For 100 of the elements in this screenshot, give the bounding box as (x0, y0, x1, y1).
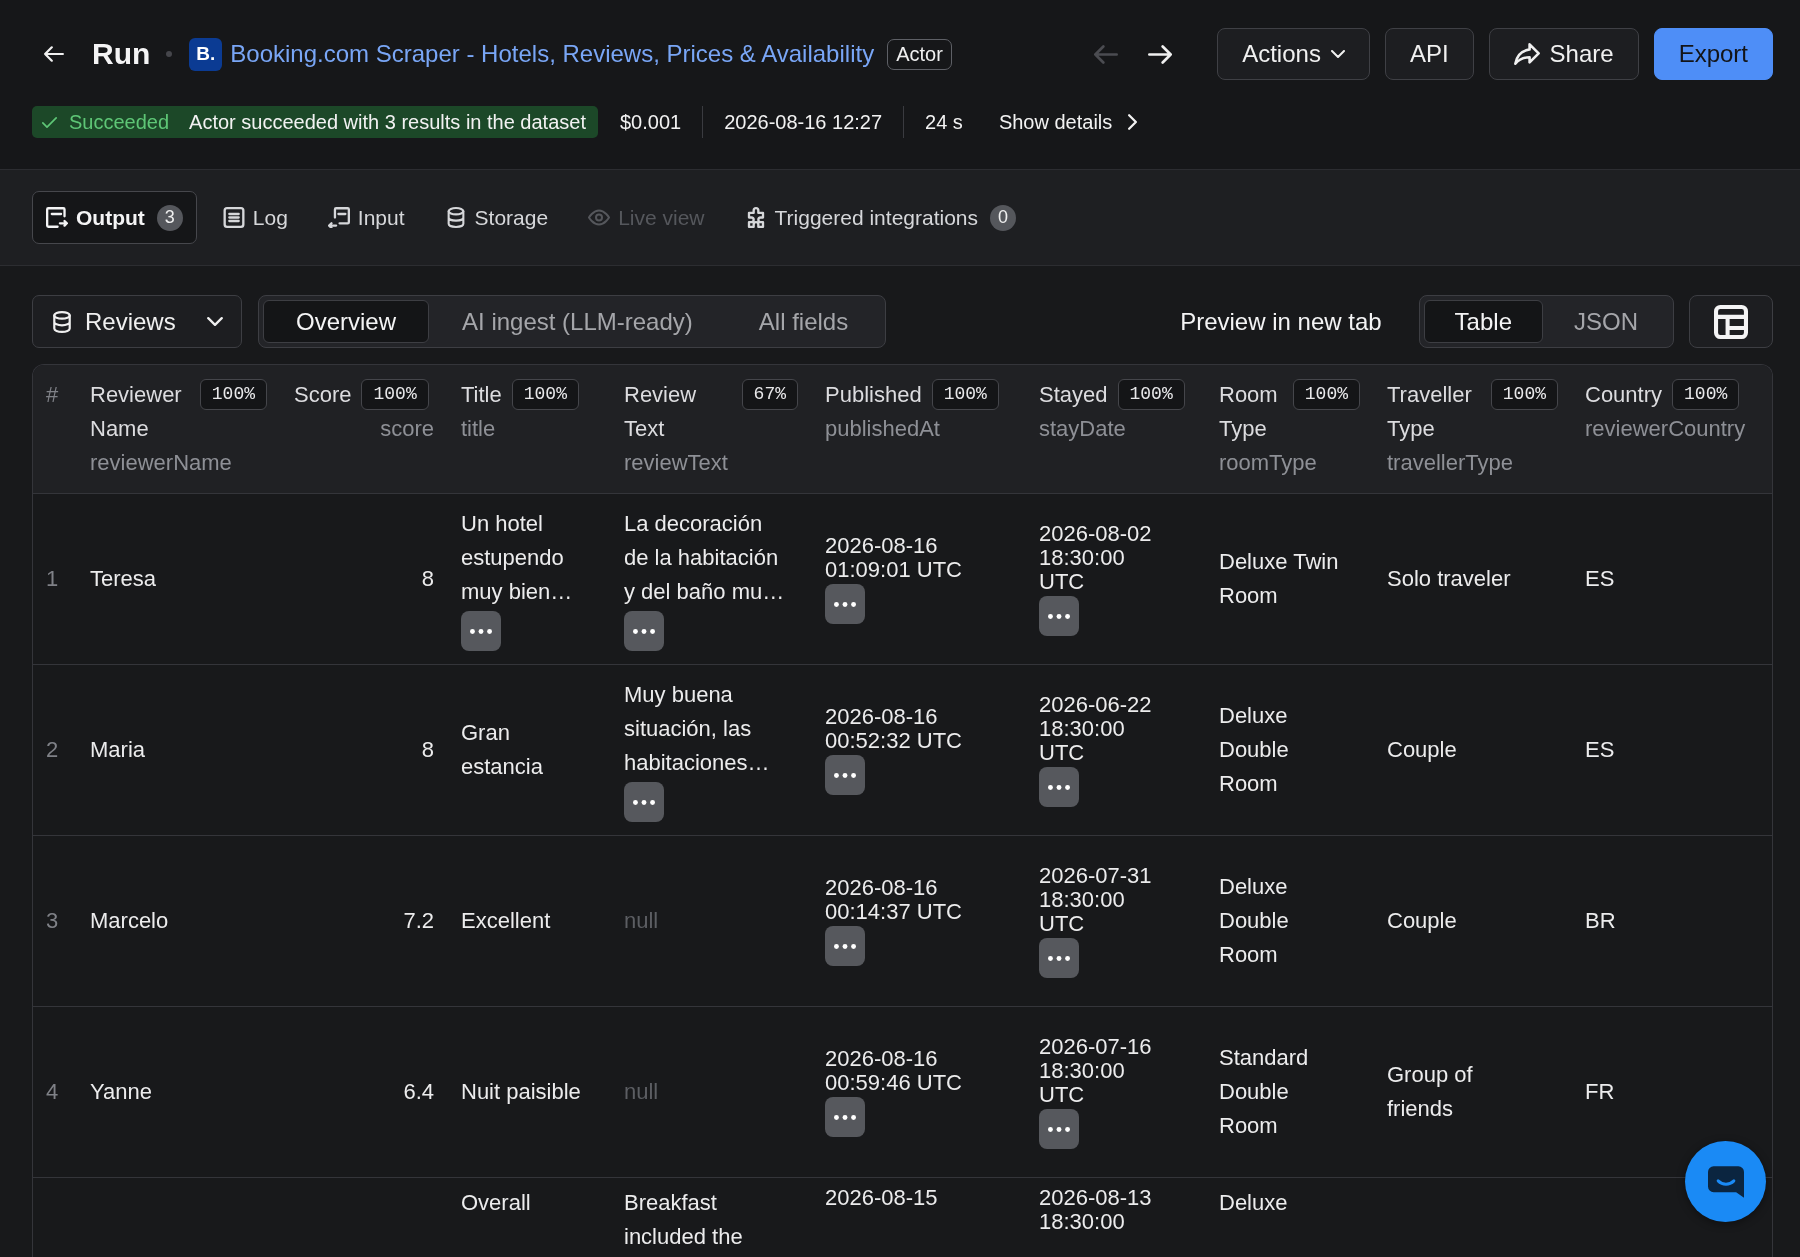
export-button[interactable]: Export (1653, 28, 1773, 80)
table-cell-text: 8 (421, 736, 434, 764)
field-name: publishedAt (825, 415, 940, 443)
tab[interactable]: Storage (430, 191, 563, 244)
view-option[interactable]: Overview (263, 300, 430, 343)
more-button[interactable] (1039, 938, 1079, 978)
table-cell-text: 2026-07-16 18:30:00 UTC (1039, 1035, 1153, 1107)
fill-rate-badge: 100% (1117, 379, 1185, 410)
share-button[interactable]: Share (1488, 28, 1639, 80)
table-cell-text: Couple (1387, 736, 1457, 764)
more-button[interactable] (1039, 767, 1079, 807)
left-arrow-icon (44, 46, 64, 62)
back-button[interactable] (44, 46, 64, 62)
actor-logo: B. (189, 37, 223, 71)
tab[interactable]: Output 3 (32, 191, 197, 244)
chevron-down-icon (1330, 50, 1345, 58)
show-details-button[interactable]: Show details (998, 110, 1138, 134)
fill-rate-badge: 100% (361, 379, 429, 410)
table-cell-text: 6.4 (403, 1078, 434, 1106)
table-cell-text: Standard Double Room (1219, 1044, 1310, 1140)
more-button[interactable] (825, 1097, 865, 1137)
more-button[interactable] (624, 611, 664, 651)
table-cell-text: 2026-08-16 00:59:46 UTC (825, 1047, 963, 1095)
right-arrow-icon (1148, 44, 1173, 64)
run-duration: 24 s (925, 110, 963, 134)
field-name: score (380, 415, 434, 443)
fill-rate-badge: 100% (511, 379, 579, 410)
actions-button[interactable]: Actions (1217, 28, 1370, 80)
table-cell-text: Un hotel estupendo muy bien… (461, 510, 574, 606)
ellipsis-icon (1048, 955, 1070, 961)
field-name: roomType (1219, 449, 1317, 477)
status-label: Succeeded (69, 110, 170, 134)
table-cell-text: Nuit paisible (461, 1078, 581, 1106)
column-header: Traveller Type (1387, 381, 1473, 443)
tab[interactable]: Triggered integrations 0 (730, 191, 1030, 244)
ellipsis-icon (834, 601, 856, 607)
tab[interactable]: Input (313, 191, 419, 244)
next-button[interactable] (1148, 44, 1173, 64)
share-arrow-icon (1513, 43, 1540, 65)
format-option[interactable]: JSON (1543, 300, 1669, 343)
database-icon (53, 310, 71, 333)
count-badge: 3 (156, 204, 183, 231)
dataset-select[interactable]: Reviews (32, 295, 242, 348)
ellipsis-icon (1048, 1126, 1070, 1132)
table-cell-text: Deluxe (1219, 1189, 1288, 1217)
ellipsis-icon (633, 628, 655, 634)
fill-rate-badge: 67% (741, 379, 798, 410)
list-icon (222, 207, 245, 228)
run-cost: $0.001 (619, 110, 682, 134)
row-number: 4 (46, 1078, 59, 1106)
column-header: Score (294, 381, 352, 409)
ellipsis-icon (633, 799, 655, 805)
table-cell-text: Marcelo (90, 907, 169, 935)
ellipsis-icon (834, 772, 856, 778)
row-number: 1 (46, 565, 59, 593)
document-arrow-icon (46, 207, 68, 228)
page-title: Run (92, 37, 151, 71)
more-button[interactable] (1039, 596, 1079, 636)
document-arrow-icon (327, 207, 350, 228)
table-cell-text: FR (1585, 1078, 1615, 1106)
more-button[interactable] (825, 926, 865, 966)
format-option[interactable]: Table (1423, 300, 1543, 343)
chevron-down-icon (207, 317, 223, 326)
more-button[interactable] (624, 782, 664, 822)
table-cell-text: 2026-07-31 18:30:00 UTC (1039, 864, 1153, 936)
table-cell-text: Teresa (90, 565, 157, 593)
table-cell-text: ES (1585, 565, 1615, 593)
null-value: null (624, 907, 659, 935)
null-value: null (624, 1078, 659, 1106)
tab[interactable]: Log (208, 191, 302, 244)
field-name: title (461, 415, 496, 443)
more-button[interactable] (461, 611, 501, 651)
fill-rate-badge: 100% (199, 379, 267, 410)
check-icon (42, 116, 57, 128)
view-option[interactable]: All fields (725, 300, 882, 343)
table-cell-text: La decoración de la habitación y del baño mu… (624, 510, 786, 606)
actor-badge: Actor (887, 38, 952, 70)
more-button[interactable] (1039, 1109, 1079, 1149)
table-cell-text: Yanne (90, 1078, 152, 1106)
more-button[interactable] (825, 584, 865, 624)
preview-link[interactable]: Preview in new tab (1180, 307, 1382, 336)
table-cell-text: Breakfast included the (624, 1189, 744, 1251)
layout-button[interactable] (1689, 295, 1773, 348)
api-button[interactable]: API (1384, 28, 1474, 80)
table-cell-text: Solo traveler (1387, 565, 1511, 593)
table-cell-text: ES (1585, 736, 1615, 764)
fill-rate-badge: 100% (1490, 379, 1558, 410)
fill-rate-badge: 100% (1672, 379, 1740, 410)
table-cell-text: Deluxe Double Room (1219, 702, 1290, 798)
actor-link[interactable]: Booking.com Scraper - Hotels, Reviews, Prices & Availability (230, 40, 875, 68)
status-message: Actor succeeded with 3 results in the dataset (189, 110, 586, 134)
column-header: Reviewer Name (90, 381, 183, 443)
field-name: reviewerCountry (1585, 415, 1746, 443)
layout-icon (1714, 304, 1748, 339)
fill-rate-badge: 100% (1292, 379, 1360, 410)
view-option[interactable]: AI ingest (LLM-ready) (429, 300, 726, 343)
table-cell-text: Maria (90, 736, 145, 764)
more-button[interactable] (825, 755, 865, 795)
separator-dot-icon (166, 51, 173, 57)
table-cell-text: 7.2 (403, 907, 434, 935)
